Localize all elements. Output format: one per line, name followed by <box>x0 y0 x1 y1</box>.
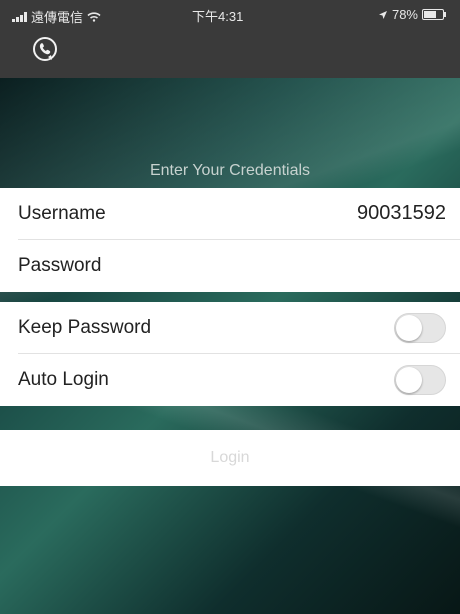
status-bar: 遠傳電信 下午4:31 78% <box>0 0 460 28</box>
signal-icon <box>12 11 27 22</box>
auto-login-toggle[interactable] <box>394 365 446 395</box>
status-time: 下午4:31 <box>192 9 244 24</box>
battery-fill <box>424 11 437 18</box>
credentials-title: Enter Your Credentials <box>149 162 311 179</box>
password-field[interactable] <box>160 250 444 284</box>
keep-password-row: Keep Password <box>0 302 460 354</box>
top-toolbar <box>0 28 460 78</box>
status-left: 遠傳電信 <box>12 7 101 26</box>
toggle-knob <box>396 367 422 393</box>
login-row: Login <box>0 430 460 486</box>
username-label: Username <box>18 203 106 224</box>
password-row[interactable]: Password <box>0 240 460 292</box>
keep-password-label: Keep Password <box>18 317 152 338</box>
phone-icon[interactable] <box>32 36 58 62</box>
auto-login-label: Auto Login <box>18 369 109 390</box>
toggle-knob <box>396 315 422 341</box>
location-arrow-icon <box>378 10 387 19</box>
battery-percent: 78% <box>391 7 418 22</box>
password-label: Password <box>18 255 102 276</box>
wifi-icon <box>87 11 101 22</box>
auto-login-row: Auto Login <box>0 354 460 406</box>
login-button[interactable]: Login <box>0 430 460 486</box>
keep-password-toggle[interactable] <box>394 313 446 343</box>
status-right: 78% <box>378 7 446 22</box>
battery-icon <box>422 9 446 20</box>
username-row[interactable]: Username 90031592 <box>0 188 460 240</box>
carrier-name: 遠傳電信 <box>31 10 84 25</box>
username-value[interactable]: 90031592 <box>357 202 446 225</box>
